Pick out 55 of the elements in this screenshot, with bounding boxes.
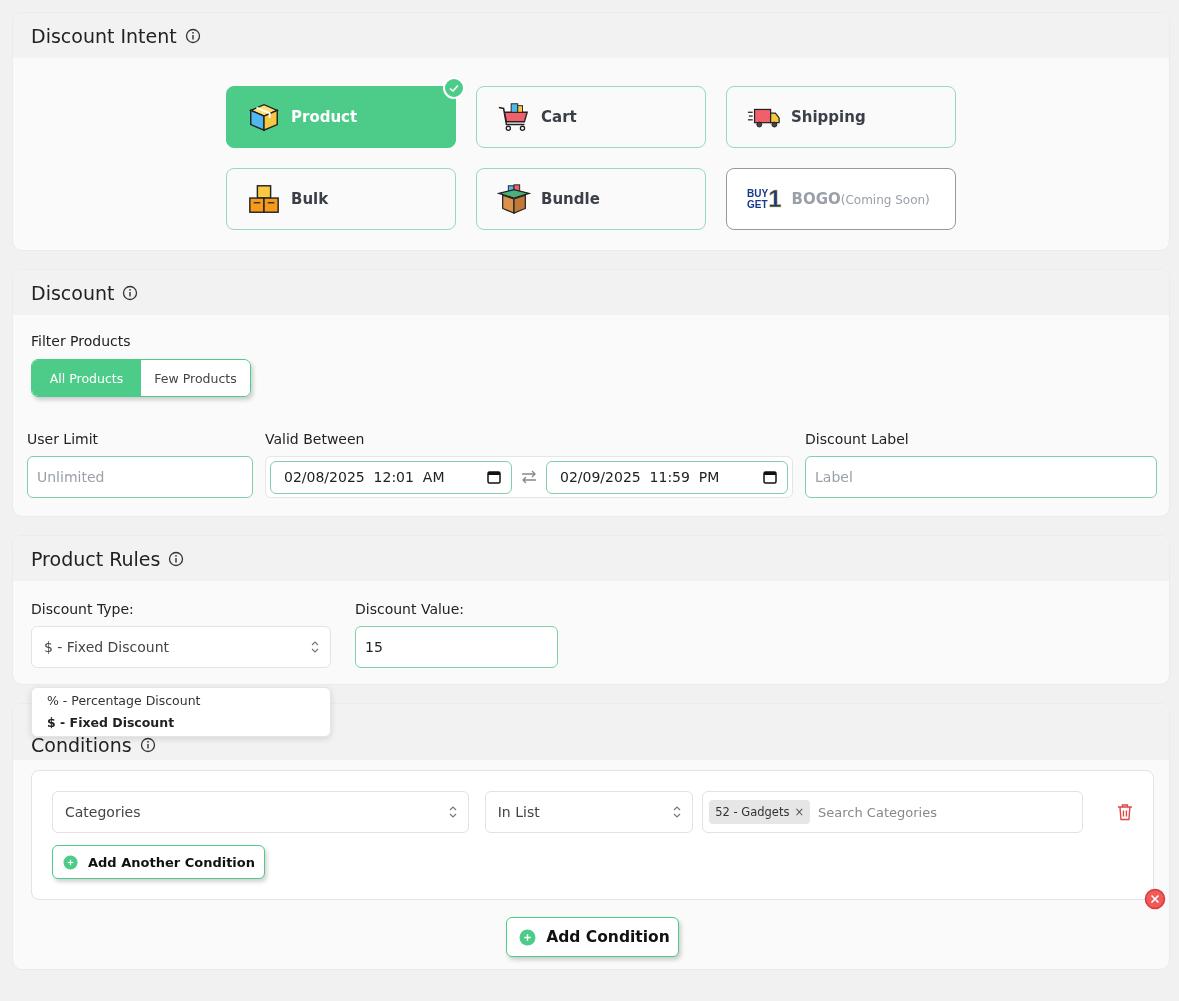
user-limit-field[interactable]: Unlimited xyxy=(27,456,253,498)
section-title: Conditions xyxy=(31,734,132,756)
intent-label: Shipping xyxy=(791,108,866,126)
intent-label: Cart xyxy=(541,108,577,126)
chevron-icon xyxy=(447,804,458,820)
date-field[interactable]: 02/08/2025 12:01 AM xyxy=(270,460,512,494)
intent-label: Bulk xyxy=(291,190,329,208)
discount-label-field[interactable]: Label xyxy=(805,456,1157,498)
intent-option[interactable]: Cart xyxy=(476,86,706,148)
chevron-icon xyxy=(672,804,683,820)
info-icon[interactable] xyxy=(168,550,185,567)
intent-label: Product xyxy=(291,108,358,126)
calendar-icon[interactable] xyxy=(487,470,501,484)
check-icon xyxy=(443,77,465,99)
crates-icon xyxy=(247,182,281,216)
plus-icon xyxy=(63,854,78,870)
section-title: Discount Intent xyxy=(31,24,177,47)
info-icon[interactable] xyxy=(122,284,139,301)
field-label: Filter Products xyxy=(31,333,132,349)
field-label: Discount Label xyxy=(805,431,910,447)
field-label: Discount Value: xyxy=(355,601,466,617)
remove-group-icon[interactable] xyxy=(1144,888,1166,910)
intent-label: Bundle xyxy=(541,190,600,208)
open-box-icon xyxy=(497,182,531,216)
intent-option[interactable]: Bundle xyxy=(476,168,706,230)
discount-value-field[interactable]: 15 xyxy=(355,626,558,668)
add-condition-button[interactable]: Add Condition xyxy=(506,917,679,957)
discount-type-select[interactable]: $ - Fixed Discount xyxy=(31,626,331,668)
section-title: Product Rules xyxy=(31,547,161,570)
tag-label: 52 - Gadgets xyxy=(715,805,790,819)
tag-remove-button[interactable]: × xyxy=(794,805,805,819)
add-another-condition-button[interactable]: Add Another Condition xyxy=(52,845,265,879)
field-label: Valid Between xyxy=(265,431,366,447)
delete-icon[interactable] xyxy=(1117,803,1133,821)
operator-select[interactable]: In List xyxy=(484,791,694,833)
section-title: Discount xyxy=(31,281,115,304)
intent-option[interactable]: Shipping xyxy=(726,86,956,148)
calendar-icon[interactable] xyxy=(763,470,777,484)
search-field[interactable]: Search Categories xyxy=(816,803,1077,821)
intent-label: BOGO(Coming Soon) xyxy=(791,190,930,208)
date-field[interactable]: 02/09/2025 11:59 PM xyxy=(546,460,788,494)
info-icon[interactable] xyxy=(184,27,201,44)
field-label: Discount Type: xyxy=(31,601,135,617)
info-icon[interactable] xyxy=(139,737,156,753)
intent-option[interactable]: Bulk xyxy=(226,168,456,230)
plus-icon xyxy=(519,928,537,946)
swap-arrows-icon xyxy=(520,469,538,485)
dropdown-option[interactable]: $ - Fixed Discount xyxy=(32,712,330,734)
filter-option[interactable]: Few Products xyxy=(141,360,250,396)
category-search-field[interactable]: 52 - Gadgets × Search Categories xyxy=(702,791,1084,833)
field-select[interactable]: Categories xyxy=(52,791,469,833)
chevron-icon xyxy=(310,639,320,655)
dropdown-option[interactable]: % - Percentage Discount xyxy=(32,690,330,712)
cart-icon xyxy=(497,100,531,134)
field-label: User Limit xyxy=(27,431,100,447)
